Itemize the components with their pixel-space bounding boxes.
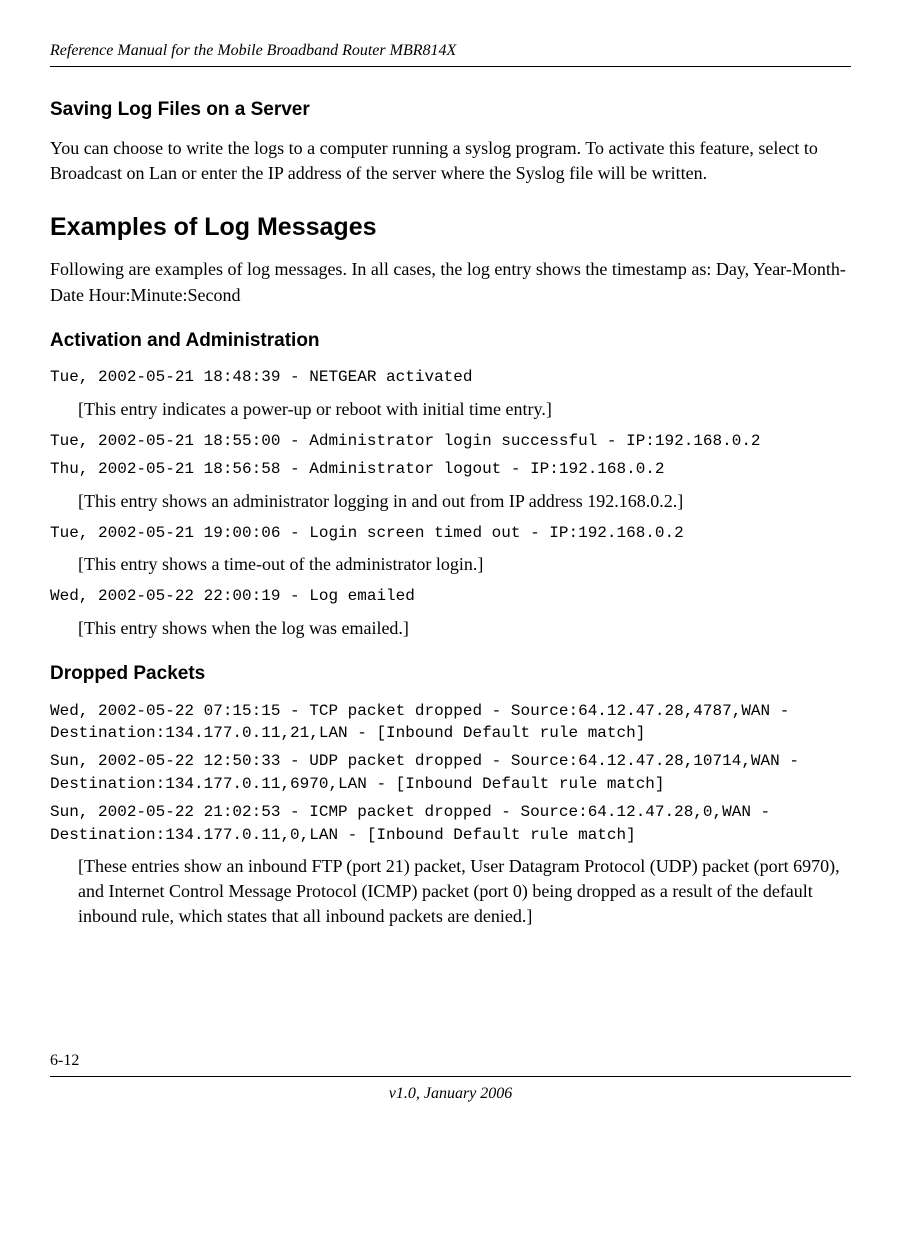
heading-saving-log-files: Saving Log Files on a Server (50, 97, 851, 124)
para-saving-log-files: You can choose to write the logs to a co… (50, 136, 851, 186)
log-note: [This entry shows a time-out of the admi… (78, 552, 851, 577)
log-entry: Wed, 2002-05-22 22:00:19 - Log emailed (50, 585, 851, 607)
log-entry: Sun, 2002-05-22 12:50:33 - UDP packet dr… (50, 750, 851, 795)
log-entry: Tue, 2002-05-21 19:00:06 - Login screen … (50, 522, 851, 544)
log-note: [This entry indicates a power-up or rebo… (78, 397, 851, 422)
log-entry: Wed, 2002-05-22 07:15:15 - TCP packet dr… (50, 700, 851, 745)
log-entry: Tue, 2002-05-21 18:55:00 - Administrator… (50, 430, 851, 452)
log-note: [This entry shows when the log was email… (78, 616, 851, 641)
page-footer: 6-12 v1.0, January 2006 (50, 1050, 851, 1106)
log-entry: Thu, 2002-05-21 18:56:58 - Administrator… (50, 458, 851, 480)
footer-version: v1.0, January 2006 (50, 1083, 851, 1105)
log-entry: Tue, 2002-05-21 18:48:39 - NETGEAR activ… (50, 366, 851, 388)
heading-dropped-packets: Dropped Packets (50, 661, 851, 688)
header-rule (50, 66, 851, 67)
heading-activation-admin: Activation and Administration (50, 328, 851, 355)
log-entry: Sun, 2002-05-22 21:02:53 - ICMP packet d… (50, 801, 851, 846)
footer-rule (50, 1076, 851, 1077)
header-title: Reference Manual for the Mobile Broadban… (50, 40, 851, 62)
para-examples-intro: Following are examples of log messages. … (50, 257, 851, 307)
page-number: 6-12 (50, 1050, 851, 1072)
log-note: [This entry shows an administrator loggi… (78, 489, 851, 514)
heading-examples-log-messages: Examples of Log Messages (50, 210, 851, 245)
log-note: [These entries show an inbound FTP (port… (78, 854, 851, 930)
